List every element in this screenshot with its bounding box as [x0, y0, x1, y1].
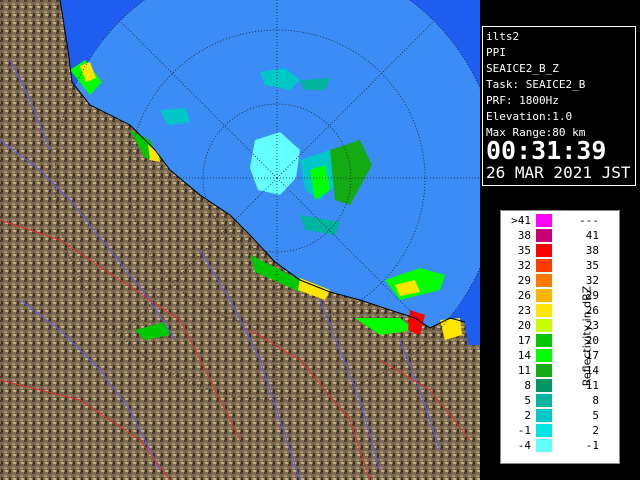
legend-low-value: 14 — [517, 349, 531, 362]
legend-low-value: 35 — [517, 244, 531, 257]
legend-high-value: --- — [579, 214, 599, 227]
elevation-value: Elevation:1.0 — [486, 110, 573, 123]
legend-low-value: 38 — [517, 229, 531, 242]
scan-time: 00:31:39 — [486, 136, 607, 165]
side-panel: ilts2 PPI SEAICE2_B_Z Task: SEAICE2_B PR… — [480, 0, 640, 480]
scan-info-box: ilts2 PPI SEAICE2_B_Z Task: SEAICE2_B PR… — [482, 26, 636, 186]
legend-color-swatch — [536, 214, 552, 227]
legend-color-swatch — [536, 319, 552, 332]
legend-low-value: 29 — [517, 274, 531, 287]
legend-low-value: 2 — [524, 409, 531, 422]
legend-color-swatch — [536, 244, 552, 257]
product-type: PPI — [486, 46, 506, 59]
legend-low-value: 26 — [517, 289, 531, 302]
task-name: Task: SEAICE2_B — [486, 78, 586, 91]
legend-low-value: 23 — [517, 304, 531, 317]
legend-low-value: -1 — [517, 424, 531, 437]
scan-date: 26 MAR 2021 JST — [486, 163, 631, 182]
legend-color-swatch — [536, 259, 552, 272]
legend-high-value: 5 — [592, 409, 599, 422]
legend-low-value: 32 — [517, 259, 531, 272]
station-name: ilts2 — [486, 30, 520, 43]
legend-low-value: 8 — [524, 379, 531, 392]
legend-low-value: -4 — [517, 439, 531, 452]
legend-low-value: 20 — [517, 319, 531, 332]
legend-high-value: 8 — [592, 394, 599, 407]
radar-map — [0, 0, 480, 480]
legend-high-value: 41 — [585, 229, 599, 242]
legend-color-swatch — [536, 439, 552, 452]
legend-color-swatch — [536, 409, 552, 422]
legend-color-swatch — [536, 349, 552, 362]
reflectivity-legend: >41 --- 38 41 35 38 32 35 29 32 26 29 23 26 20 23 17 20 14… — [500, 210, 620, 464]
legend-color-swatch — [536, 364, 552, 377]
legend-low-value: 17 — [517, 334, 531, 347]
legend-title: Reflectivity in dBZ — [580, 285, 594, 387]
legend-color-swatch — [536, 274, 552, 287]
legend-color-swatch — [536, 304, 552, 317]
legend-low-value: 5 — [524, 394, 531, 407]
scan-name: SEAICE2_B_Z — [486, 62, 559, 75]
legend-color-swatch — [536, 424, 552, 437]
legend-high-value: 2 — [592, 424, 599, 437]
legend-color-swatch — [536, 379, 552, 392]
legend-low-value: >41 — [511, 214, 531, 227]
legend-color-swatch — [536, 229, 552, 242]
legend-high-value: -1 — [585, 439, 599, 452]
legend-color-swatch — [536, 334, 552, 347]
legend-high-value: 35 — [585, 259, 599, 272]
prf-value: PRF: 1800Hz — [486, 94, 559, 107]
legend-high-value: 38 — [585, 244, 599, 257]
legend-color-swatch — [536, 289, 552, 302]
legend-color-swatch — [536, 394, 552, 407]
legend-low-value: 11 — [517, 364, 531, 377]
